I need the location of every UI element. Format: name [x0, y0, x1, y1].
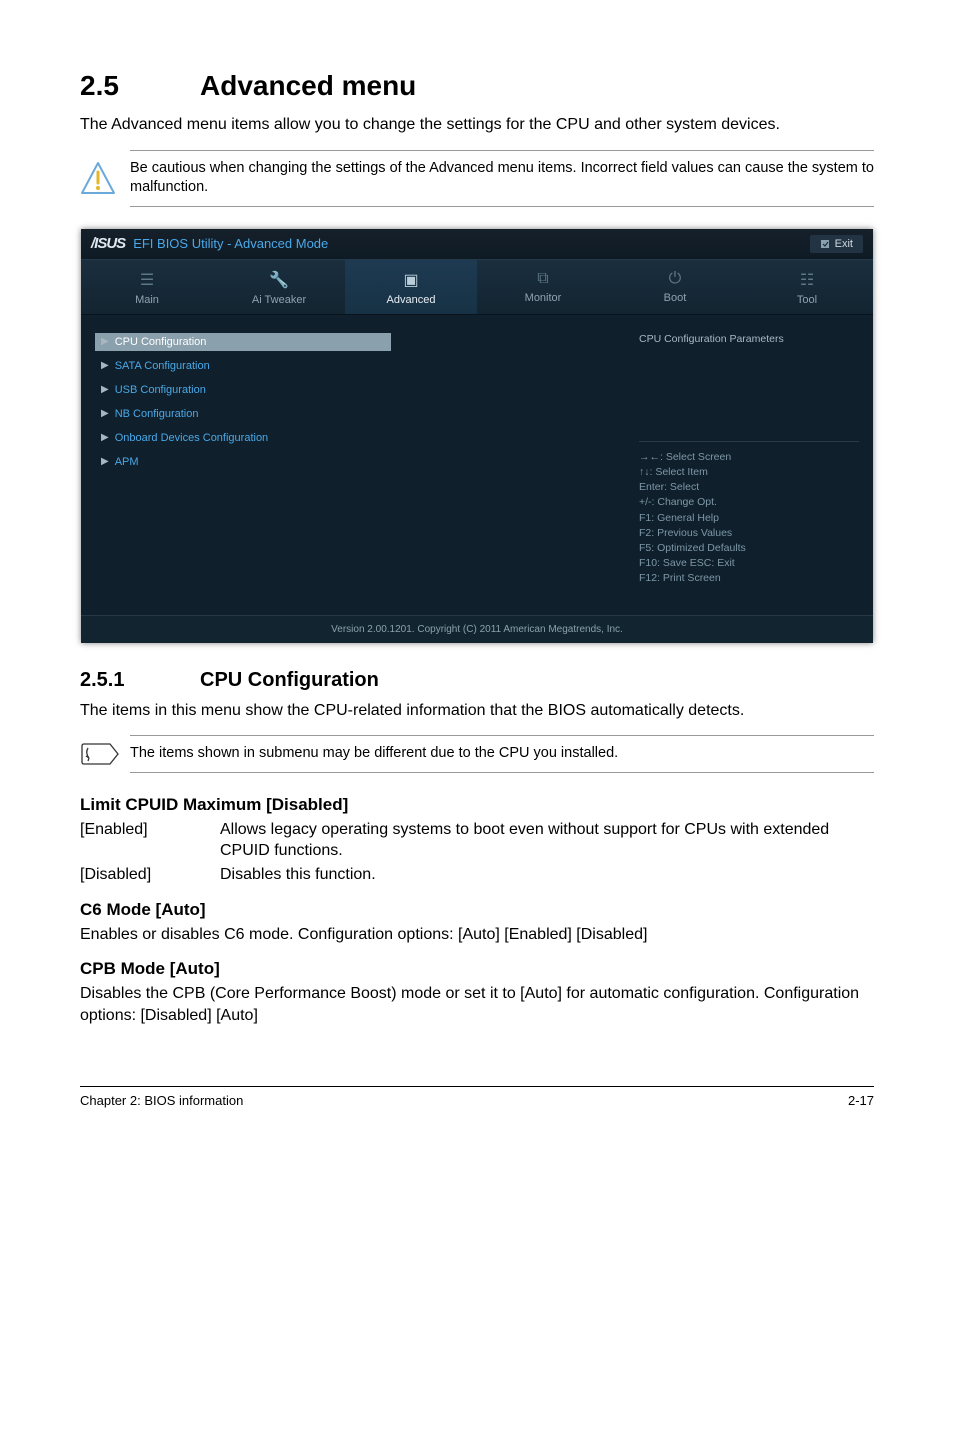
chevron-right-icon: ▶	[101, 432, 109, 443]
bios-screenshot: /ISUS EFI BIOS Utility - Advanced Mode E…	[81, 229, 873, 643]
help-line: F5: Optimized Defaults	[639, 541, 859, 556]
option-heading-c6: C6 Mode [Auto]	[80, 900, 874, 920]
option-key: [Disabled]	[80, 864, 220, 886]
warning-note: Be cautious when changing the settings o…	[80, 150, 874, 207]
note-icon	[80, 740, 130, 768]
chevron-right-icon: ▶	[101, 456, 109, 467]
menu-item-label: USB Configuration	[115, 384, 206, 396]
tab-main[interactable]: ☰ Main	[81, 260, 213, 314]
menu-nb-configuration[interactable]: ▶ NB Configuration	[95, 405, 611, 423]
tab-boot-label: Boot	[664, 292, 687, 304]
list-icon: ☰	[81, 270, 213, 290]
option-key: [Enabled]	[80, 819, 220, 862]
subsection-description: The items in this menu show the CPU-rela…	[80, 700, 874, 722]
subsection-title-text: CPU Configuration	[200, 669, 379, 691]
help-line: F2: Previous Values	[639, 526, 859, 541]
section-title-text: Advanced menu	[200, 70, 416, 101]
help-line: ↑↓: Select Item	[639, 465, 859, 480]
bios-title: EFI BIOS Utility - Advanced Mode	[133, 236, 328, 251]
option-row: [Disabled] Disables this function.	[80, 864, 874, 886]
chevron-right-icon: ▶	[101, 336, 109, 347]
menu-apm[interactable]: ▶ APM	[95, 453, 611, 471]
option-heading-cpb: CPB Mode [Auto]	[80, 959, 874, 979]
help-line: +/-: Change Opt.	[639, 495, 859, 510]
menu-sata-configuration[interactable]: ▶ SATA Configuration	[95, 357, 611, 375]
option-description: Enables or disables C6 mode. Configurati…	[80, 924, 874, 946]
help-line: F12: Print Screen	[639, 571, 859, 586]
tab-monitor-label: Monitor	[525, 292, 562, 304]
toolbox-icon: ☷	[741, 270, 873, 290]
menu-item-label: CPU Configuration	[115, 336, 207, 348]
bios-footer: Version 2.00.1201. Copyright (C) 2011 Am…	[81, 615, 873, 643]
menu-item-label: NB Configuration	[115, 408, 199, 420]
help-title: CPU Configuration Parameters	[639, 333, 859, 351]
tab-ai-tweaker[interactable]: 🔧 Ai Tweaker	[213, 260, 345, 314]
menu-onboard-devices[interactable]: ▶ Onboard Devices Configuration	[95, 429, 611, 447]
tab-ai-label: Ai Tweaker	[252, 294, 306, 306]
bios-menu-pane: ▶ CPU Configuration ▶ SATA Configuration…	[81, 315, 625, 615]
section-number: 2.5	[80, 70, 200, 102]
chip-icon: ▣	[345, 270, 477, 290]
bios-logo: /ISUS	[91, 235, 125, 252]
menu-item-label: APM	[115, 456, 139, 468]
help-line: F1: General Help	[639, 511, 859, 526]
option-heading-cpuid: Limit CPUID Maximum [Disabled]	[80, 795, 874, 815]
tab-monitor[interactable]: ⧉ Monitor	[477, 260, 609, 314]
option-value: Disables this function.	[220, 864, 874, 886]
exit-label: Exit	[835, 238, 853, 250]
monitor-icon: ⧉	[477, 270, 609, 288]
warning-text: Be cautious when changing the settings o…	[130, 150, 874, 207]
tab-advanced-label: Advanced	[387, 294, 436, 306]
subsection-number: 2.5.1	[80, 669, 200, 692]
bios-help-pane: CPU Configuration Parameters →←: Select …	[625, 315, 873, 615]
tab-tool[interactable]: ☷ Tool	[741, 260, 873, 314]
wrench-icon: 🔧	[213, 270, 345, 290]
subsection-heading: 2.5.1CPU Configuration	[80, 669, 874, 692]
chevron-right-icon: ▶	[101, 384, 109, 395]
exit-icon	[820, 239, 830, 249]
footer-right: 2-17	[848, 1093, 874, 1108]
tab-boot[interactable]: ⏻ Boot	[609, 260, 741, 314]
chevron-right-icon: ▶	[101, 360, 109, 371]
page-footer: Chapter 2: BIOS information 2-17	[80, 1086, 874, 1108]
section-heading: 2.5Advanced menu	[80, 70, 874, 102]
exit-button[interactable]: Exit	[810, 235, 863, 253]
option-value: Allows legacy operating systems to boot …	[220, 819, 874, 862]
intro-paragraph: The Advanced menu items allow you to cha…	[80, 114, 874, 136]
bios-tab-bar: ☰ Main 🔧 Ai Tweaker ▣ Advanced ⧉ Monitor…	[81, 259, 873, 315]
tab-main-label: Main	[135, 294, 159, 306]
menu-usb-configuration[interactable]: ▶ USB Configuration	[95, 381, 611, 399]
menu-item-label: Onboard Devices Configuration	[115, 432, 268, 444]
option-description: Disables the CPB (Core Performance Boost…	[80, 983, 874, 1026]
help-line: →←: Select Screen	[639, 450, 859, 465]
help-line: Enter: Select	[639, 480, 859, 495]
tab-tool-label: Tool	[797, 294, 817, 306]
info-note: The items shown in submenu may be differ…	[80, 735, 874, 773]
tab-advanced[interactable]: ▣ Advanced	[345, 260, 477, 314]
menu-cpu-configuration[interactable]: ▶ CPU Configuration	[95, 333, 391, 351]
help-keys: →←: Select Screen ↑↓: Select Item Enter:…	[639, 441, 859, 587]
warning-icon	[80, 161, 130, 195]
power-icon: ⏻	[609, 270, 741, 288]
note-text: The items shown in submenu may be differ…	[130, 735, 874, 773]
menu-item-label: SATA Configuration	[115, 360, 210, 372]
bios-titlebar: /ISUS EFI BIOS Utility - Advanced Mode E…	[81, 229, 873, 259]
footer-left: Chapter 2: BIOS information	[80, 1093, 243, 1108]
option-row: [Enabled] Allows legacy operating system…	[80, 819, 874, 862]
help-line: F10: Save ESC: Exit	[639, 556, 859, 571]
chevron-right-icon: ▶	[101, 408, 109, 419]
